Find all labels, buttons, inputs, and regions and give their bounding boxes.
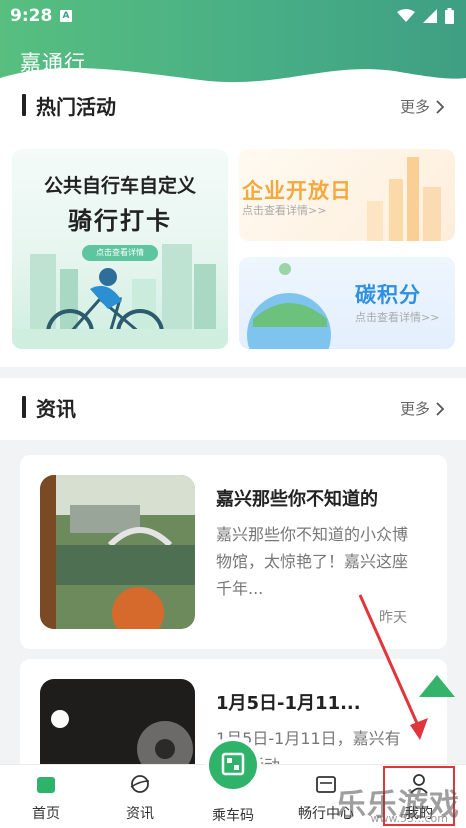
- nav-news[interactable]: 资讯: [100, 773, 180, 823]
- bike-card-pill[interactable]: 点击查看详情: [82, 245, 158, 261]
- notification-a-icon: A: [60, 10, 72, 22]
- hot-activities-header: 热门活动: [22, 92, 116, 119]
- section-bar: [22, 94, 26, 116]
- hot-activities-title: 热门活动: [36, 94, 116, 119]
- news-header: 资讯: [22, 394, 76, 421]
- status-bar: 9:28 A: [0, 0, 466, 32]
- carbon-points-card[interactable]: 碳积分 点击查看详情>>: [239, 257, 455, 349]
- ride-code-button[interactable]: [205, 737, 261, 793]
- chevron-right-icon: [436, 99, 444, 114]
- hot-more-label: 更多: [399, 98, 430, 116]
- nav-ride-label: 乘车码: [212, 808, 254, 824]
- status-time: 9:28: [10, 6, 53, 26]
- app-title: 嘉通行: [20, 51, 86, 75]
- app-header: 9:28 A 嘉通行: [0, 0, 466, 92]
- news-more-link[interactable]: 更多: [400, 398, 444, 419]
- open-day-card[interactable]: 企业开放日 点击查看详情>>: [239, 149, 455, 241]
- wifi-icon: [397, 9, 415, 22]
- battery-icon: [445, 8, 454, 24]
- signal-icon: [423, 9, 437, 23]
- carbon-title: 碳积分: [355, 283, 421, 307]
- section-bar: [22, 396, 26, 418]
- news-title: 资讯: [36, 396, 76, 421]
- nav-home[interactable]: 首页: [6, 773, 86, 823]
- system-icons: [397, 8, 454, 24]
- news-section: 资讯 更多: [0, 378, 466, 440]
- news-title: 嘉兴那些你不知道的: [216, 489, 378, 510]
- open-day-title: 企业开放日: [242, 179, 352, 203]
- open-day-sub: 点击查看详情>>: [242, 204, 327, 217]
- nav-ride[interactable]: 乘车码: [193, 805, 273, 825]
- home-icon: [37, 777, 55, 793]
- earth-illustration: [247, 263, 331, 349]
- news-thumbnail: [40, 475, 195, 629]
- hot-more-link[interactable]: 更多: [400, 96, 444, 117]
- carbon-sub: 点击查看详情>>: [355, 311, 440, 324]
- watermark-url: www.55...com: [370, 812, 448, 825]
- qr-code-icon: [221, 752, 245, 776]
- card-icon: [316, 776, 336, 793]
- garden-image: [40, 475, 195, 629]
- chevron-right-icon: [436, 401, 444, 416]
- news-more-label: 更多: [399, 400, 430, 418]
- annotation-arrow: [358, 594, 428, 740]
- nav-news-label: 资讯: [126, 806, 154, 822]
- news-title: 1月5日-1月11...: [216, 693, 361, 714]
- planet-icon: [130, 775, 150, 793]
- nav-home-label: 首页: [32, 806, 60, 822]
- bike-checkin-card[interactable]: 公共自行车自定义 骑行打卡 点击查看详情: [12, 149, 228, 349]
